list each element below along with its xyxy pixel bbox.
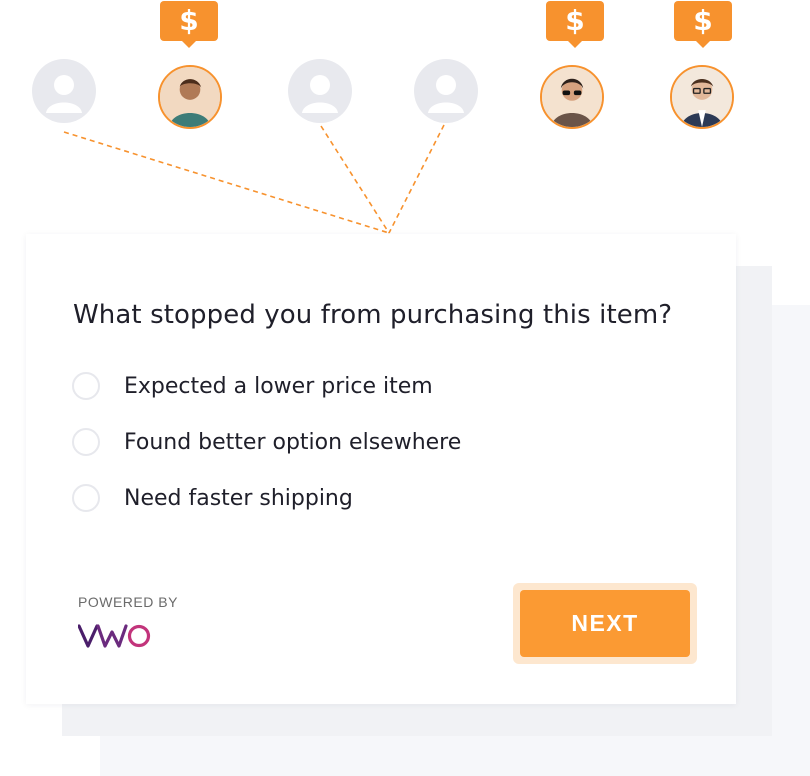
user-avatar-buyer xyxy=(540,65,604,129)
price-tag-icon: $ xyxy=(160,1,218,41)
radio-button[interactable] xyxy=(72,372,100,400)
radio-button[interactable] xyxy=(72,428,100,456)
survey-option[interactable]: Expected a lower price item xyxy=(72,370,461,402)
option-label: Need faster shipping xyxy=(124,485,353,511)
radio-button[interactable] xyxy=(72,484,100,512)
connector-line xyxy=(320,125,390,234)
next-button-halo: NEXT xyxy=(513,583,697,664)
next-button[interactable]: NEXT xyxy=(520,590,690,657)
powered-by-label: POWERED BY xyxy=(78,594,178,610)
user-avatar-buyer xyxy=(158,65,222,129)
survey-option[interactable]: Found better option elsewhere xyxy=(72,426,461,458)
user-avatar-placeholder xyxy=(414,59,478,123)
option-label: Expected a lower price item xyxy=(124,373,433,399)
survey-card: What stopped you from purchasing this it… xyxy=(26,234,736,704)
survey-option[interactable]: Need faster shipping xyxy=(72,482,461,514)
user-avatar-placeholder xyxy=(288,59,352,123)
price-tag-icon: $ xyxy=(674,1,732,41)
price-tag-icon: $ xyxy=(546,1,604,41)
vwo-logo xyxy=(78,624,151,648)
user-avatar-placeholder xyxy=(32,59,96,123)
option-label: Found better option elsewhere xyxy=(124,429,462,455)
connector-line xyxy=(63,131,390,234)
connector-line xyxy=(388,124,445,234)
user-avatar-buyer xyxy=(670,65,734,129)
survey-options: Expected a lower price item Found better… xyxy=(72,370,461,538)
survey-question: What stopped you from purchasing this it… xyxy=(73,300,673,330)
